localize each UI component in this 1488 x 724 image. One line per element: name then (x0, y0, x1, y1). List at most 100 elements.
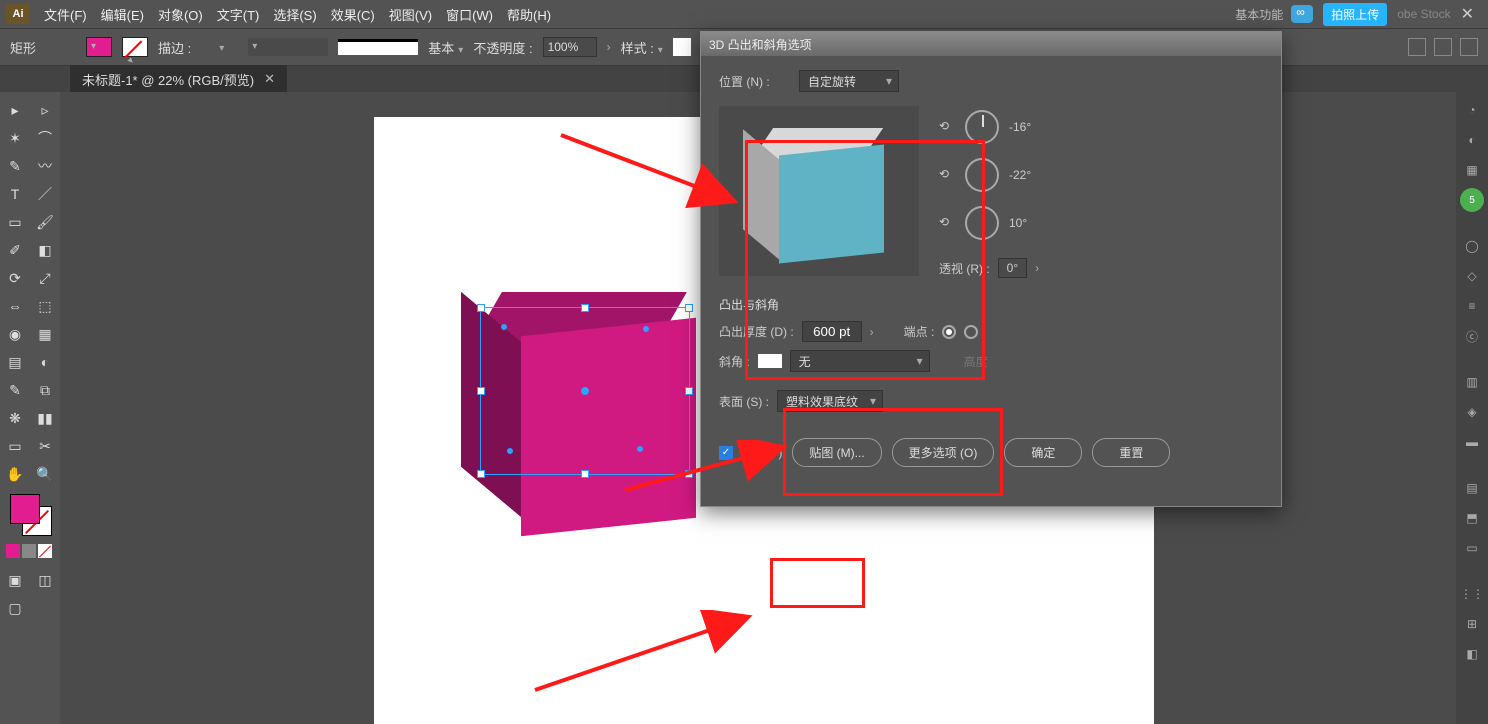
gradient-panel-icon[interactable]: ▬ (1460, 430, 1484, 454)
stroke-profile-dropdown[interactable] (248, 38, 328, 56)
workspace-label[interactable]: 基本功能 (1235, 6, 1283, 23)
selection-bounding-box[interactable] (480, 307, 690, 475)
perspective-value[interactable]: 0° (998, 258, 1027, 278)
rectangle-tool-icon[interactable]: ▭ (0, 208, 30, 236)
arrange-icon-2[interactable] (1434, 38, 1452, 56)
style-label[interactable]: 样式 : (621, 38, 663, 57)
lasso-tool-icon[interactable]: ⌒ (30, 124, 60, 152)
tab-close-icon[interactable]: ✕ (264, 71, 275, 87)
menu-select[interactable]: 选择(S) (267, 1, 322, 28)
dialog-title[interactable]: 3D 凸出和斜角选项 (701, 32, 1281, 56)
panel-extra-1-icon[interactable]: ⋮⋮ (1460, 582, 1484, 606)
artboards-panel-icon[interactable]: ▭ (1460, 536, 1484, 560)
artboard-tool-icon[interactable]: ▭ (0, 432, 30, 460)
rotate-z-value[interactable]: 10° (1009, 216, 1065, 230)
fill-swatch[interactable] (86, 37, 112, 57)
preview-checkbox[interactable]: ✓ (719, 446, 733, 460)
reset-button[interactable]: 重置 (1092, 438, 1170, 467)
cc-panel-icon[interactable]: ⓒ (1460, 324, 1484, 348)
mini-swatch-none[interactable] (38, 544, 52, 558)
arrange-icon-3[interactable] (1460, 38, 1478, 56)
screen-mode-icon[interactable]: ▣ (0, 566, 30, 594)
pen-tool-icon[interactable]: ✎ (0, 152, 30, 180)
properties-panel-icon[interactable]: ◔ (1460, 98, 1484, 122)
curvature-tool-icon[interactable]: 〰 (30, 152, 60, 180)
annotation-box-3 (770, 558, 865, 608)
panel-extra-2-icon[interactable]: ⊞ (1460, 612, 1484, 636)
screen-mode2-icon[interactable]: ▢ (0, 594, 30, 622)
opacity-input[interactable] (543, 37, 597, 57)
paintbrush-tool-icon[interactable]: 🖌 (30, 208, 60, 236)
menu-file[interactable]: 文件(F) (38, 1, 93, 28)
menu-bar: Ai 文件(F) 编辑(E) 对象(O) 文字(T) 选择(S) 效果(C) 视… (0, 0, 1488, 28)
stroke-weight-dropdown[interactable] (201, 40, 238, 54)
gradient-tool-icon[interactable]: ◐ (30, 348, 60, 376)
scale-tool-icon[interactable]: ⤢ (30, 264, 60, 292)
menu-type[interactable]: 文字(T) (211, 1, 266, 28)
menu-view[interactable]: 视图(V) (383, 1, 438, 28)
blend-tool-icon[interactable]: ⧉ (30, 376, 60, 404)
upload-button[interactable]: 拍照上传 (1323, 3, 1387, 26)
color-panel-icon[interactable]: ◐ (1460, 128, 1484, 152)
shaper-tool-icon[interactable]: ✐ (0, 236, 30, 264)
panel-extra-3-icon[interactable]: ◧ (1460, 642, 1484, 666)
mini-swatch-1[interactable] (6, 544, 20, 558)
libraries-panel-icon[interactable]: 5 (1460, 188, 1484, 212)
cloud-icon[interactable] (1291, 5, 1313, 23)
menu-help[interactable]: 帮助(H) (501, 1, 557, 28)
free-transform-tool-icon[interactable]: ⬚ (30, 292, 60, 320)
position-dropdown[interactable]: 自定旋转 (799, 70, 899, 92)
eyedropper-tool-icon[interactable]: ✎ (0, 376, 30, 404)
rotate-x-icon: ⟲ (939, 119, 955, 135)
brushes-panel-icon[interactable]: ◯ (1460, 234, 1484, 258)
document-title: 未标题-1* @ 22% (RGB/预览) (82, 70, 254, 89)
menu-edit[interactable]: 编辑(E) (95, 1, 150, 28)
style-swatch[interactable] (673, 38, 691, 56)
symbols-panel-icon[interactable]: ◇ (1460, 264, 1484, 288)
preview-label: 预览 (P) (739, 444, 782, 461)
appearance-panel-icon[interactable]: ◈ (1460, 400, 1484, 424)
hand-tool-icon[interactable]: ✋ (0, 460, 30, 488)
graph-tool-icon[interactable]: ▮▮ (30, 404, 60, 432)
brush-basic-label[interactable]: 基本 (428, 38, 463, 57)
magic-wand-tool-icon[interactable]: ✶ (0, 124, 30, 152)
eraser-tool-icon[interactable]: ◧ (30, 236, 60, 264)
fill-stroke-indicator[interactable] (0, 488, 60, 542)
window-close-icon[interactable]: ✕ (1453, 4, 1482, 24)
transparency-panel-icon[interactable]: ▥ (1460, 370, 1484, 394)
menu-window[interactable]: 窗口(W) (440, 1, 499, 28)
direct-selection-tool-icon[interactable]: ▹ (30, 96, 60, 124)
line-tool-icon[interactable]: ／ (30, 180, 60, 208)
rotate-y-value[interactable]: -22° (1009, 168, 1065, 182)
width-tool-icon[interactable]: ⇔ (0, 292, 30, 320)
stroke-label: 描边 : (158, 38, 191, 57)
shape-type-label: 矩形 (10, 38, 36, 57)
arrange-icon-1[interactable] (1408, 38, 1426, 56)
tools-panel: ▸▹ ✶⌒ ✎〰 T／ ▭🖌 ✐◧ ⟳⤢ ⇔⬚ ◉▦ ▤◐ ✎⧉ ❋▮▮ ▭✂ … (0, 92, 60, 724)
surface-label: 表面 (S) : (719, 393, 769, 410)
slice-tool-icon[interactable]: ✂ (30, 432, 60, 460)
stroke-panel-icon[interactable]: ≡ (1460, 294, 1484, 318)
document-tab[interactable]: 未标题-1* @ 22% (RGB/预览) ✕ (70, 65, 287, 94)
rotate-x-value[interactable]: -16° (1009, 120, 1065, 134)
fill-color-icon[interactable] (10, 494, 40, 524)
layers-panel-icon[interactable]: ▤ (1460, 476, 1484, 500)
symbol-sprayer-tool-icon[interactable]: ❋ (0, 404, 30, 432)
mini-swatch-2[interactable] (22, 544, 36, 558)
opacity-label: 不透明度 : (473, 38, 532, 57)
zoom-tool-icon[interactable]: 🔍 (30, 460, 60, 488)
draw-mode-icon[interactable]: ◫ (30, 566, 60, 594)
rotate-x-dial[interactable] (965, 110, 999, 144)
perspective-tool-icon[interactable]: ▦ (30, 320, 60, 348)
stroke-swatch[interactable] (122, 37, 148, 57)
ok-button[interactable]: 确定 (1004, 438, 1082, 467)
mesh-tool-icon[interactable]: ▤ (0, 348, 30, 376)
selection-tool-icon[interactable]: ▸ (0, 96, 30, 124)
type-tool-icon[interactable]: T (0, 180, 30, 208)
swatches-panel-icon[interactable]: ▦ (1460, 158, 1484, 182)
menu-effect[interactable]: 效果(C) (325, 1, 381, 28)
asset-panel-icon[interactable]: ⬒ (1460, 506, 1484, 530)
shape-builder-tool-icon[interactable]: ◉ (0, 320, 30, 348)
rotate-tool-icon[interactable]: ⟳ (0, 264, 30, 292)
menu-object[interactable]: 对象(O) (152, 1, 209, 28)
